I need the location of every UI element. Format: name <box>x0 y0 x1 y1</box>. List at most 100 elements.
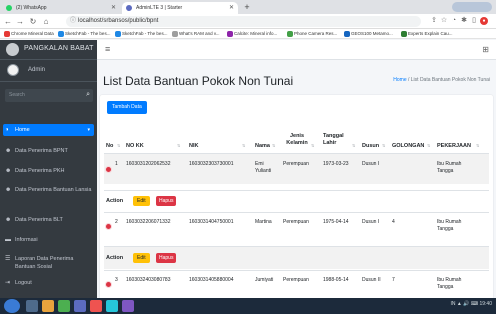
brand-link[interactable]: PANGKALAN BABAT <box>0 40 97 60</box>
sort-icon[interactable]: ⇅ <box>382 143 385 148</box>
sidebar-item-bpnt[interactable]: ☻ Data Penerima BPNT <box>3 147 94 155</box>
grid-icon[interactable]: ⊞ <box>482 45 489 54</box>
close-tab-icon[interactable]: ✕ <box>229 2 234 14</box>
bookmark-item[interactable]: GEOS100 Metamo... <box>343 30 393 38</box>
forward-icon[interactable]: → <box>15 16 25 27</box>
extension-icon[interactable]: ◔ <box>450 17 458 25</box>
sort-icon[interactable]: ⇅ <box>177 143 180 148</box>
back-icon[interactable]: ← <box>3 16 13 27</box>
new-tab-button[interactable]: + <box>241 2 253 12</box>
cell-nik: 1603032303730001 <box>189 161 234 167</box>
breadcrumb: Home / List Data Bantuan Pokok Non Tunai <box>393 77 490 83</box>
cell-nokk: 1603032206071332 <box>126 219 171 225</box>
bookmark-item[interactable]: Phone Camera Res... <box>286 30 337 38</box>
delete-button[interactable]: Hapus <box>156 196 177 206</box>
sidepanel-icon[interactable]: ▯ <box>470 17 478 25</box>
tab-adminlte[interactable]: AdminLTE 3 | Starter ✕ <box>122 2 238 14</box>
cell-nik: 1603031404750001 <box>189 219 234 225</box>
breadcrumb-home-link[interactable]: Home <box>393 77 406 83</box>
system-tray[interactable]: IN ▲ 🔊 ⌨ 19:40 <box>451 301 492 307</box>
th-jenis-kelamin[interactable]: Jenis Kelamin <box>283 133 311 147</box>
taskbar-app-icon[interactable] <box>74 300 86 312</box>
brand-text: PANGKALAN BABAT <box>24 45 94 52</box>
address-bar[interactable]: ⓘ localhost/srbansos/public/bpnt <box>66 16 421 27</box>
sidebar-search-input[interactable]: Search ⌕ <box>5 89 93 102</box>
window-controls[interactable] <box>452 2 492 12</box>
th-nik[interactable]: NIK <box>189 143 198 150</box>
th-no[interactable]: No <box>106 143 113 150</box>
edit-button[interactable]: Edit <box>133 196 150 206</box>
th-golongan[interactable]: GOLONGAN <box>392 143 424 150</box>
sort-icon[interactable]: ⇅ <box>427 143 430 148</box>
sidebar-item-logout[interactable]: ⇥ Logout <box>3 279 94 287</box>
start-button[interactable] <box>4 299 20 313</box>
dashboard-icon: ◑ <box>5 127 9 133</box>
bookmark-item[interactable]: Chrome Mineral Data <box>3 30 54 38</box>
sidebar-item-lansia[interactable]: ☻ Data Penerima Bantuan Lansia <box>3 186 94 194</box>
sidebar: PANGKALAN BABAT Admin Search ⌕ ◑ Home ▾ … <box>0 40 97 298</box>
sort-icon[interactable]: ⇅ <box>352 143 355 148</box>
tab-whatsapp[interactable]: (2) WhatsApp ✕ <box>2 2 120 14</box>
star-icon[interactable]: ☆ <box>440 17 448 25</box>
os-taskbar: IN ▲ 🔊 ⌨ 19:40 <box>0 298 496 314</box>
sort-icon[interactable]: ⇅ <box>242 143 245 148</box>
taskbar-app-icon[interactable] <box>26 300 38 312</box>
sort-icon[interactable]: ⇅ <box>476 143 479 148</box>
edit-button[interactable]: Edit <box>133 253 150 263</box>
cell-pekerjaan: Ibu Rumah Tangga <box>437 277 462 290</box>
puzzle-icon[interactable]: ✱ <box>460 17 468 25</box>
sidebar-item-laporan[interactable]: ☰ Laporan Data Penerima Bantuan Sosial <box>3 255 94 271</box>
sidebar-item-home[interactable]: ◑ Home ▾ <box>3 124 94 136</box>
expand-row-icon[interactable] <box>105 223 112 230</box>
bookmark-item[interactable]: SketchFab - The bes... <box>114 30 167 38</box>
browser-icon[interactable] <box>58 300 70 312</box>
th-tanggal-lahir[interactable]: Tanggal Lahir <box>323 133 347 147</box>
close-tab-icon[interactable]: ✕ <box>111 2 116 14</box>
table-row <box>104 154 489 184</box>
user-panel[interactable]: Admin <box>0 60 97 82</box>
th-nokk[interactable]: NO KK <box>126 143 144 150</box>
expand-row-icon[interactable] <box>105 281 112 288</box>
profile-icon[interactable]: ● <box>480 17 488 25</box>
add-data-button[interactable]: Tambah Data <box>107 101 147 114</box>
sidebar-item-informasi[interactable]: ▬ Informasi <box>3 236 94 244</box>
taskbar-app-icon[interactable] <box>122 300 134 312</box>
app-window: PANGKALAN BABAT Admin Search ⌕ ◑ Home ▾ … <box>0 40 496 298</box>
taskbar-app-icon[interactable] <box>90 300 102 312</box>
share-icon[interactable]: ⇪ <box>430 17 438 25</box>
sort-icon[interactable]: ⇅ <box>311 143 314 148</box>
search-icon[interactable]: ⌕ <box>86 91 90 99</box>
bookmark-item[interactable]: SketchFab - The bes... <box>57 30 110 38</box>
tab-title: (2) WhatsApp <box>16 5 47 11</box>
sidebar-item-blt[interactable]: ☻ Data Penerima BLT <box>3 216 94 224</box>
info-icon[interactable]: ⓘ <box>70 16 76 27</box>
action-label: Action <box>106 198 124 204</box>
taskbar-app-icon[interactable] <box>106 300 118 312</box>
cell-golongan: 7 <box>392 277 395 283</box>
cell-pekerjaan: Ibu Rumah Tangga <box>437 161 462 174</box>
menu-toggle-icon[interactable]: ≡ <box>105 44 110 54</box>
sidebar-item-pkh[interactable]: ☻ Data Penerima PKH <box>3 167 94 175</box>
sort-icon[interactable]: ⇅ <box>272 143 275 148</box>
url-text: localhost/srbansos/public/bpnt <box>78 18 159 24</box>
bookmark-item[interactable]: Calcite: Mineral info... <box>226 30 277 38</box>
tab-title: AdminLTE 3 | Starter <box>136 5 183 11</box>
folder-icon[interactable] <box>42 300 54 312</box>
cell-jenis-kelamin: Perempuan <box>283 219 309 225</box>
expand-row-icon[interactable] <box>105 166 112 173</box>
browser-tab-bar: (2) WhatsApp ✕ AdminLTE 3 | Starter ✕ + <box>0 0 496 14</box>
bookmark-item[interactable]: Experts Explain Cau... <box>400 30 453 38</box>
cell-nokk: 1603032403080783 <box>126 277 171 283</box>
row-divider <box>104 212 489 213</box>
user-name: Admin <box>28 67 46 73</box>
th-pekerjaan[interactable]: PEKERJAAN <box>437 143 471 150</box>
reload-icon[interactable]: ↻ <box>28 16 38 27</box>
th-dusun[interactable]: Dusun <box>362 143 379 150</box>
sort-icon[interactable]: ⇅ <box>117 143 120 148</box>
delete-button[interactable]: Hapus <box>156 253 177 263</box>
bookmark-item[interactable]: What's RAM and v... <box>171 30 220 38</box>
home-icon[interactable]: ⌂ <box>41 16 51 27</box>
data-card: Tambah Data No ⇅ NO KK ⇅ NIK ⇅ Nama ⇅ Je… <box>100 95 493 298</box>
th-nama[interactable]: Nama <box>255 143 270 150</box>
avatar <box>7 64 19 76</box>
